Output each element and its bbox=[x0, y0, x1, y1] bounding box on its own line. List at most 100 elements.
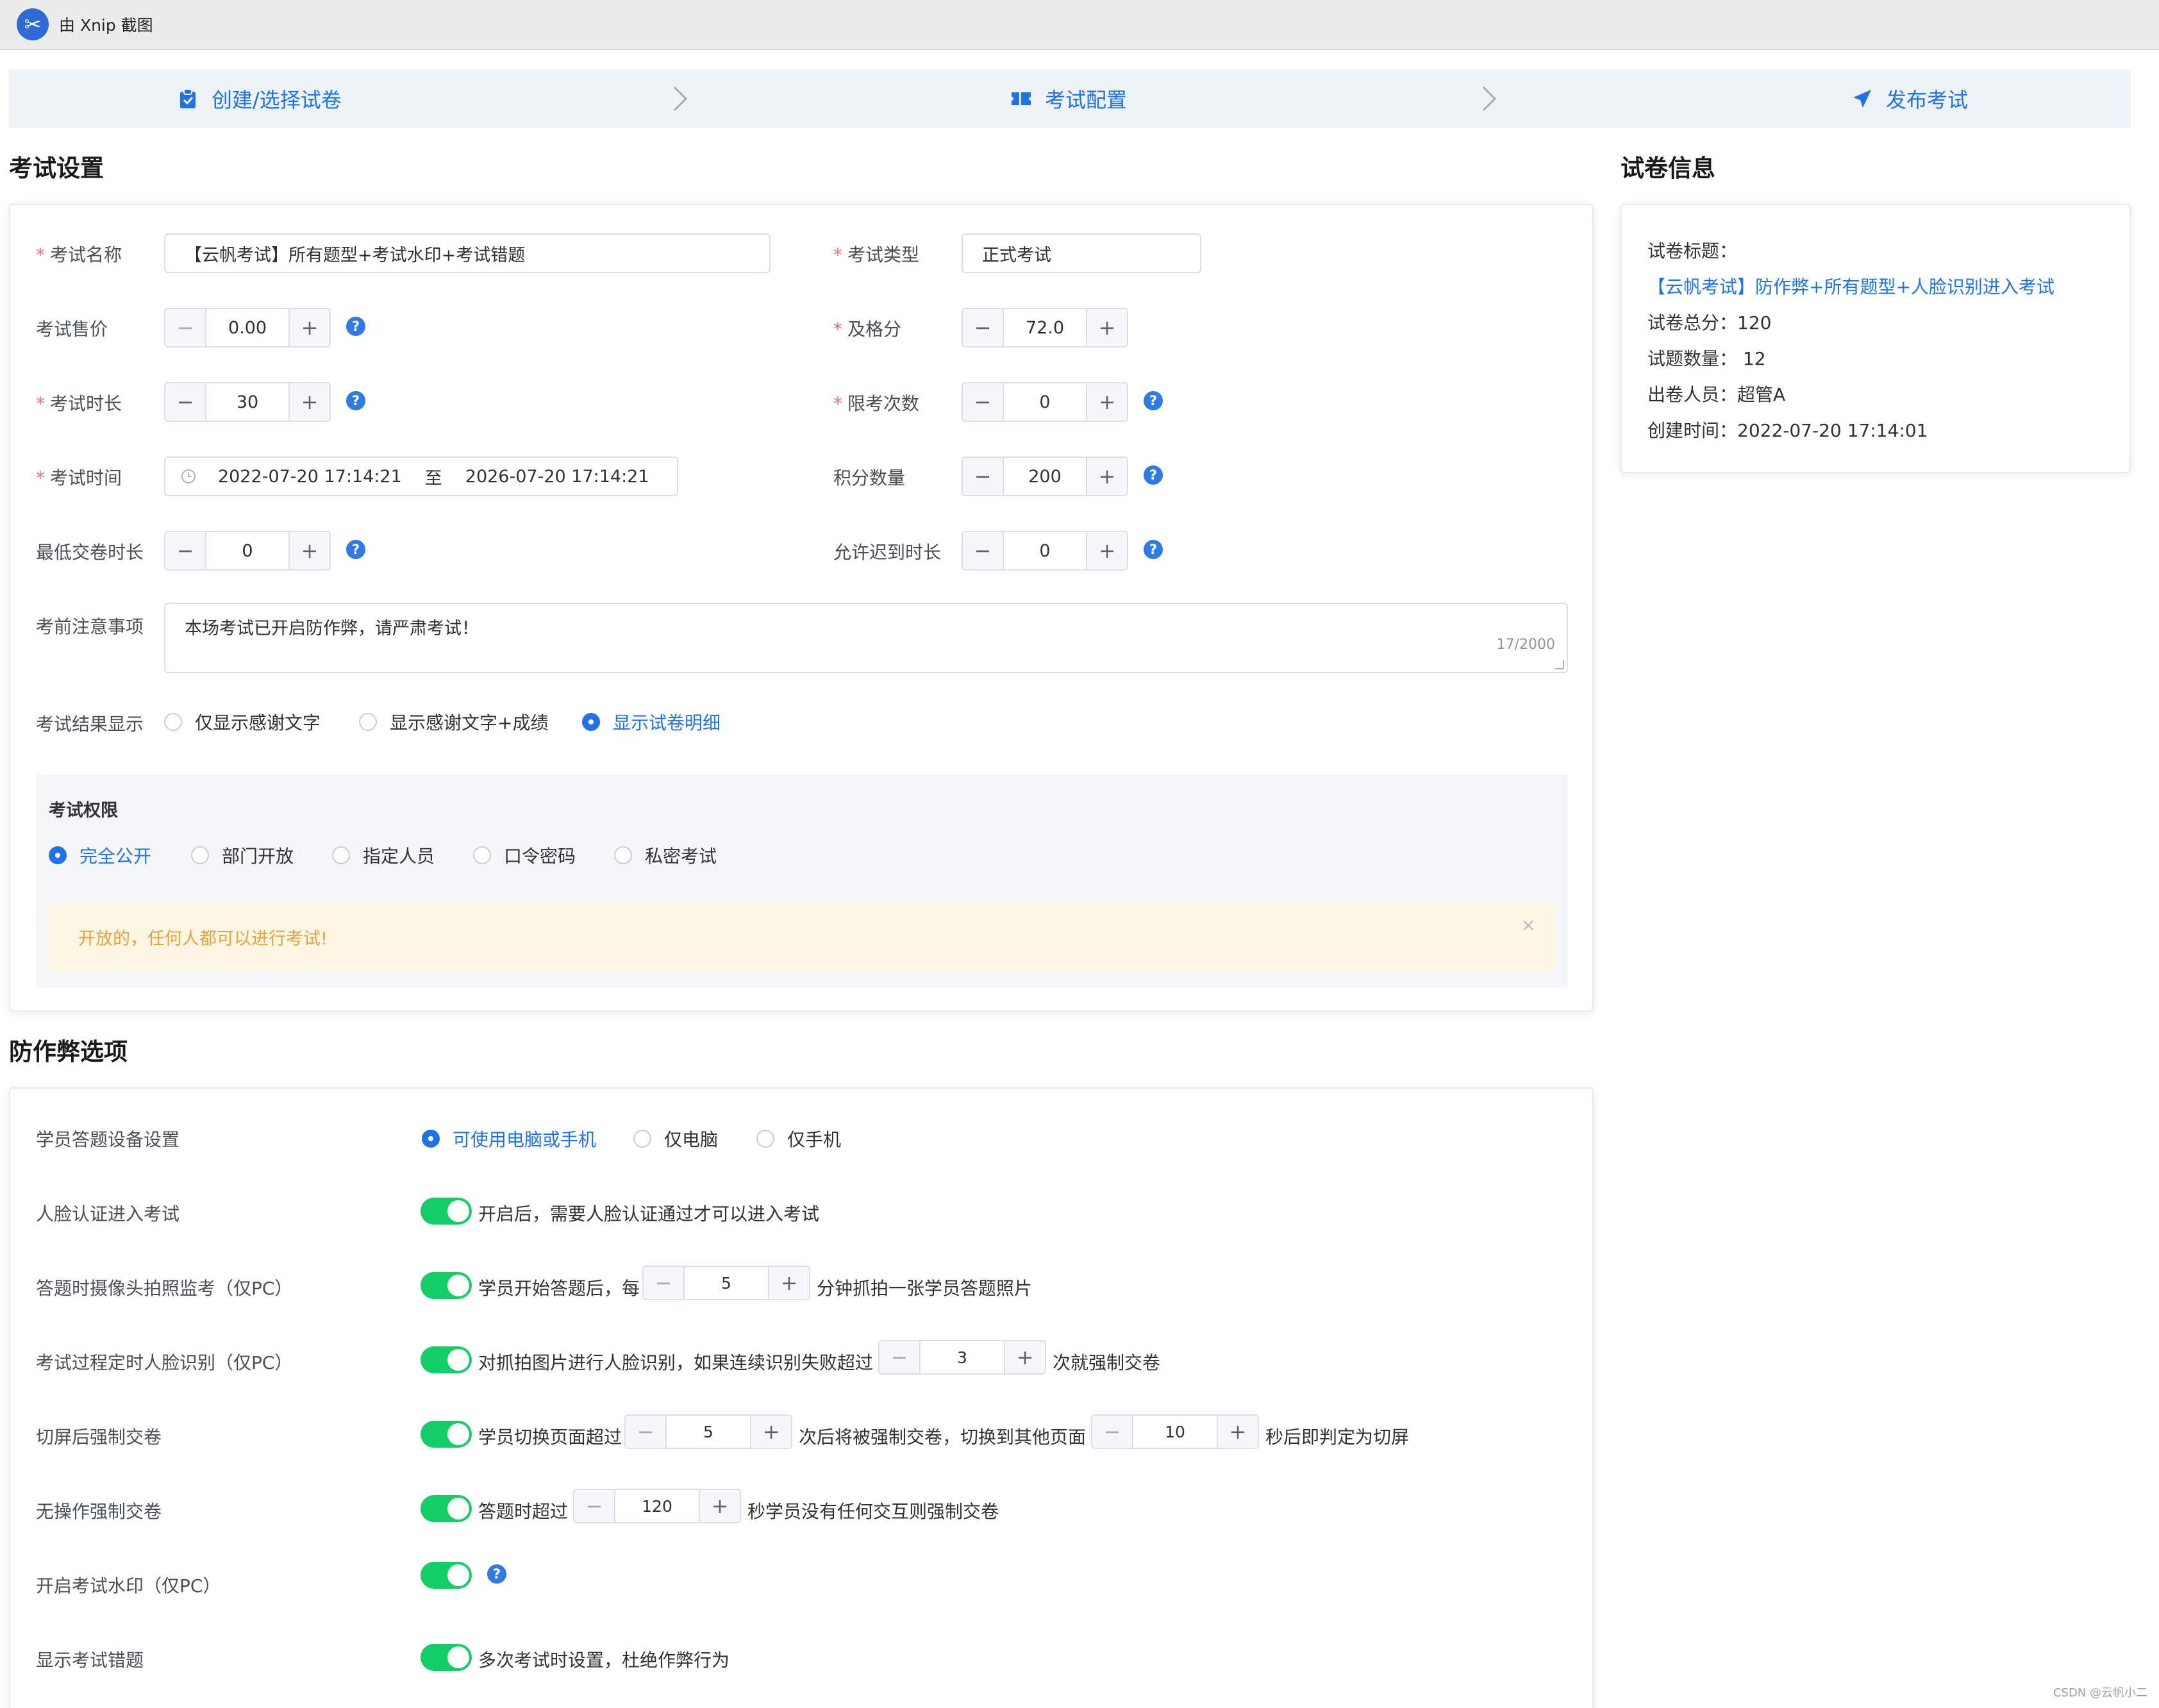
stepper-value[interactable]: 0 bbox=[1004, 383, 1086, 421]
increment-button[interactable]: + bbox=[288, 532, 329, 569]
increment-button[interactable]: + bbox=[750, 1416, 791, 1448]
limit-times-stepper[interactable]: − 0 + bbox=[962, 382, 1128, 422]
switch-screen-switch[interactable] bbox=[421, 1421, 472, 1448]
face-timer-pre-text: 对抓拍图片进行人脸识别，如果连续识别失败超过 bbox=[478, 1352, 874, 1373]
stepper-value[interactable]: 0 bbox=[1004, 532, 1086, 569]
decrement-button[interactable]: − bbox=[1092, 1416, 1133, 1448]
decrement-button[interactable]: − bbox=[963, 458, 1004, 495]
exam-type-select[interactable]: 正式考试 bbox=[962, 233, 1201, 273]
start-time[interactable]: 2022-07-20 17:14:21 bbox=[218, 467, 402, 487]
radio-thanks-only[interactable]: 仅显示感谢文字 bbox=[164, 709, 321, 735]
increment-button[interactable]: + bbox=[768, 1267, 809, 1299]
increment-button[interactable]: + bbox=[1086, 532, 1127, 569]
radio-thanks-score[interactable]: 显示感谢文字+成绩 bbox=[359, 709, 548, 735]
increment-button[interactable]: + bbox=[699, 1490, 740, 1522]
camera-switch[interactable] bbox=[421, 1272, 472, 1299]
pass-score-stepper[interactable]: − 72.0 + bbox=[962, 308, 1128, 347]
watermark-switch[interactable] bbox=[421, 1562, 472, 1589]
step-create-paper[interactable]: 创建/选择试卷 bbox=[177, 69, 342, 128]
decrement-button[interactable]: − bbox=[963, 383, 1004, 421]
resize-handle[interactable] bbox=[1555, 660, 1564, 669]
face-timer-switch[interactable] bbox=[421, 1346, 472, 1373]
switch-count-stepper[interactable]: − 5 + bbox=[624, 1414, 792, 1449]
close-icon[interactable]: × bbox=[1521, 914, 1536, 935]
stepper-value[interactable]: 0.00 bbox=[206, 309, 288, 346]
help-icon[interactable]: ? bbox=[1144, 465, 1163, 485]
face-enter-switch[interactable] bbox=[421, 1198, 472, 1225]
radio-private[interactable]: 私密考试 bbox=[614, 842, 717, 868]
face-enter-label: 人脸认证进入考试 bbox=[36, 1203, 180, 1225]
radio-circle[interactable] bbox=[756, 1130, 774, 1148]
idle-seconds-stepper[interactable]: − 120 + bbox=[573, 1489, 741, 1523]
exam-name-input[interactable]: 【云帆考试】所有题型+考试水印+考试错题 bbox=[164, 233, 771, 273]
increment-button[interactable]: + bbox=[288, 309, 329, 346]
decrement-button[interactable]: − bbox=[879, 1341, 921, 1373]
radio-circle[interactable] bbox=[473, 846, 491, 864]
radio-circle[interactable] bbox=[582, 713, 600, 731]
help-icon[interactable]: ? bbox=[346, 317, 365, 336]
idle-switch[interactable] bbox=[421, 1495, 472, 1522]
radio-circle[interactable] bbox=[614, 846, 632, 864]
decrement-button[interactable]: − bbox=[574, 1490, 615, 1522]
decrement-button[interactable]: − bbox=[644, 1267, 685, 1299]
stepper-value[interactable]: 72.0 bbox=[1004, 309, 1086, 346]
increment-button[interactable]: + bbox=[1086, 458, 1127, 495]
price-stepper[interactable]: − 0.00 + bbox=[164, 308, 331, 347]
help-icon[interactable]: ? bbox=[1144, 540, 1163, 559]
radio-circle[interactable] bbox=[191, 846, 209, 864]
radio-public[interactable]: 完全公开 bbox=[49, 842, 151, 868]
send-icon bbox=[1851, 88, 1873, 110]
radio-circle[interactable] bbox=[332, 846, 350, 864]
decrement-button[interactable]: − bbox=[963, 532, 1004, 569]
stepper-value[interactable]: 5 bbox=[685, 1267, 768, 1299]
stepper-value[interactable]: 30 bbox=[206, 383, 288, 421]
decrement-button[interactable]: − bbox=[963, 309, 1004, 346]
help-icon[interactable]: ? bbox=[1144, 391, 1163, 410]
camera-interval-stepper[interactable]: − 5 + bbox=[642, 1266, 810, 1300]
duration-stepper[interactable]: − 30 + bbox=[164, 382, 331, 422]
increment-button[interactable]: + bbox=[1086, 383, 1127, 421]
radio-circle[interactable] bbox=[633, 1130, 651, 1148]
radio-circle[interactable] bbox=[49, 846, 67, 864]
paper-title-link[interactable]: 【云帆考试】防作弊+所有题型+人脸识别进入考试 bbox=[1647, 273, 2055, 299]
stepper-value[interactable]: 200 bbox=[1004, 458, 1086, 495]
decrement-button[interactable]: − bbox=[626, 1416, 667, 1448]
radio-circle[interactable] bbox=[359, 713, 377, 731]
stepper-value[interactable]: 10 bbox=[1133, 1416, 1217, 1448]
radio-circle[interactable] bbox=[422, 1130, 440, 1148]
radio-paper-detail[interactable]: 显示试卷明细 bbox=[582, 709, 721, 735]
increment-button[interactable]: + bbox=[1004, 1341, 1045, 1373]
radio-mobile-only[interactable]: 仅手机 bbox=[756, 1126, 841, 1151]
increment-button[interactable]: + bbox=[1217, 1416, 1258, 1448]
face-fail-stepper[interactable]: − 3 + bbox=[878, 1340, 1046, 1375]
help-icon[interactable]: ? bbox=[487, 1564, 506, 1584]
exam-time-range-picker[interactable]: 2022-07-20 17:14:21 至 2026-07-20 17:14:2… bbox=[164, 456, 678, 496]
increment-button[interactable]: + bbox=[288, 383, 329, 421]
late-allow-stepper[interactable]: − 0 + bbox=[962, 531, 1128, 571]
help-icon[interactable]: ? bbox=[346, 540, 365, 559]
show-wrong-switch[interactable] bbox=[421, 1644, 472, 1671]
decrement-button[interactable]: − bbox=[165, 383, 206, 421]
notice-textarea[interactable]: 本场考试已开启防作弊，请严肃考试！ 17/2000 bbox=[164, 603, 1568, 673]
points-stepper[interactable]: − 200 + bbox=[962, 456, 1128, 496]
stepper-value[interactable]: 5 bbox=[667, 1416, 750, 1448]
decrement-button[interactable]: − bbox=[165, 532, 206, 569]
radio-pc-or-mobile[interactable]: 可使用电脑或手机 bbox=[422, 1126, 596, 1151]
end-time[interactable]: 2026-07-20 17:14:21 bbox=[465, 467, 649, 487]
help-icon[interactable]: ? bbox=[346, 391, 365, 410]
increment-button[interactable]: + bbox=[1086, 309, 1127, 346]
step-publish[interactable]: 发布考试 bbox=[1851, 69, 1968, 128]
alert-text: 开放的，任何人都可以进行考试! bbox=[78, 928, 328, 949]
radio-department[interactable]: 部门开放 bbox=[191, 842, 294, 868]
stepper-value[interactable]: 3 bbox=[921, 1341, 1004, 1373]
decrement-button[interactable]: − bbox=[165, 309, 206, 346]
switch-seconds-stepper[interactable]: − 10 + bbox=[1091, 1414, 1259, 1449]
radio-pc-only[interactable]: 仅电脑 bbox=[633, 1126, 718, 1151]
stepper-value[interactable]: 0 bbox=[206, 532, 288, 569]
radio-circle[interactable] bbox=[164, 713, 182, 731]
radio-specified-users[interactable]: 指定人员 bbox=[332, 842, 435, 868]
radio-password[interactable]: 口令密码 bbox=[473, 842, 576, 868]
step-exam-config[interactable]: 考试配置 bbox=[1010, 69, 1127, 128]
stepper-value[interactable]: 120 bbox=[615, 1490, 699, 1522]
min-submit-stepper[interactable]: − 0 + bbox=[164, 531, 331, 571]
